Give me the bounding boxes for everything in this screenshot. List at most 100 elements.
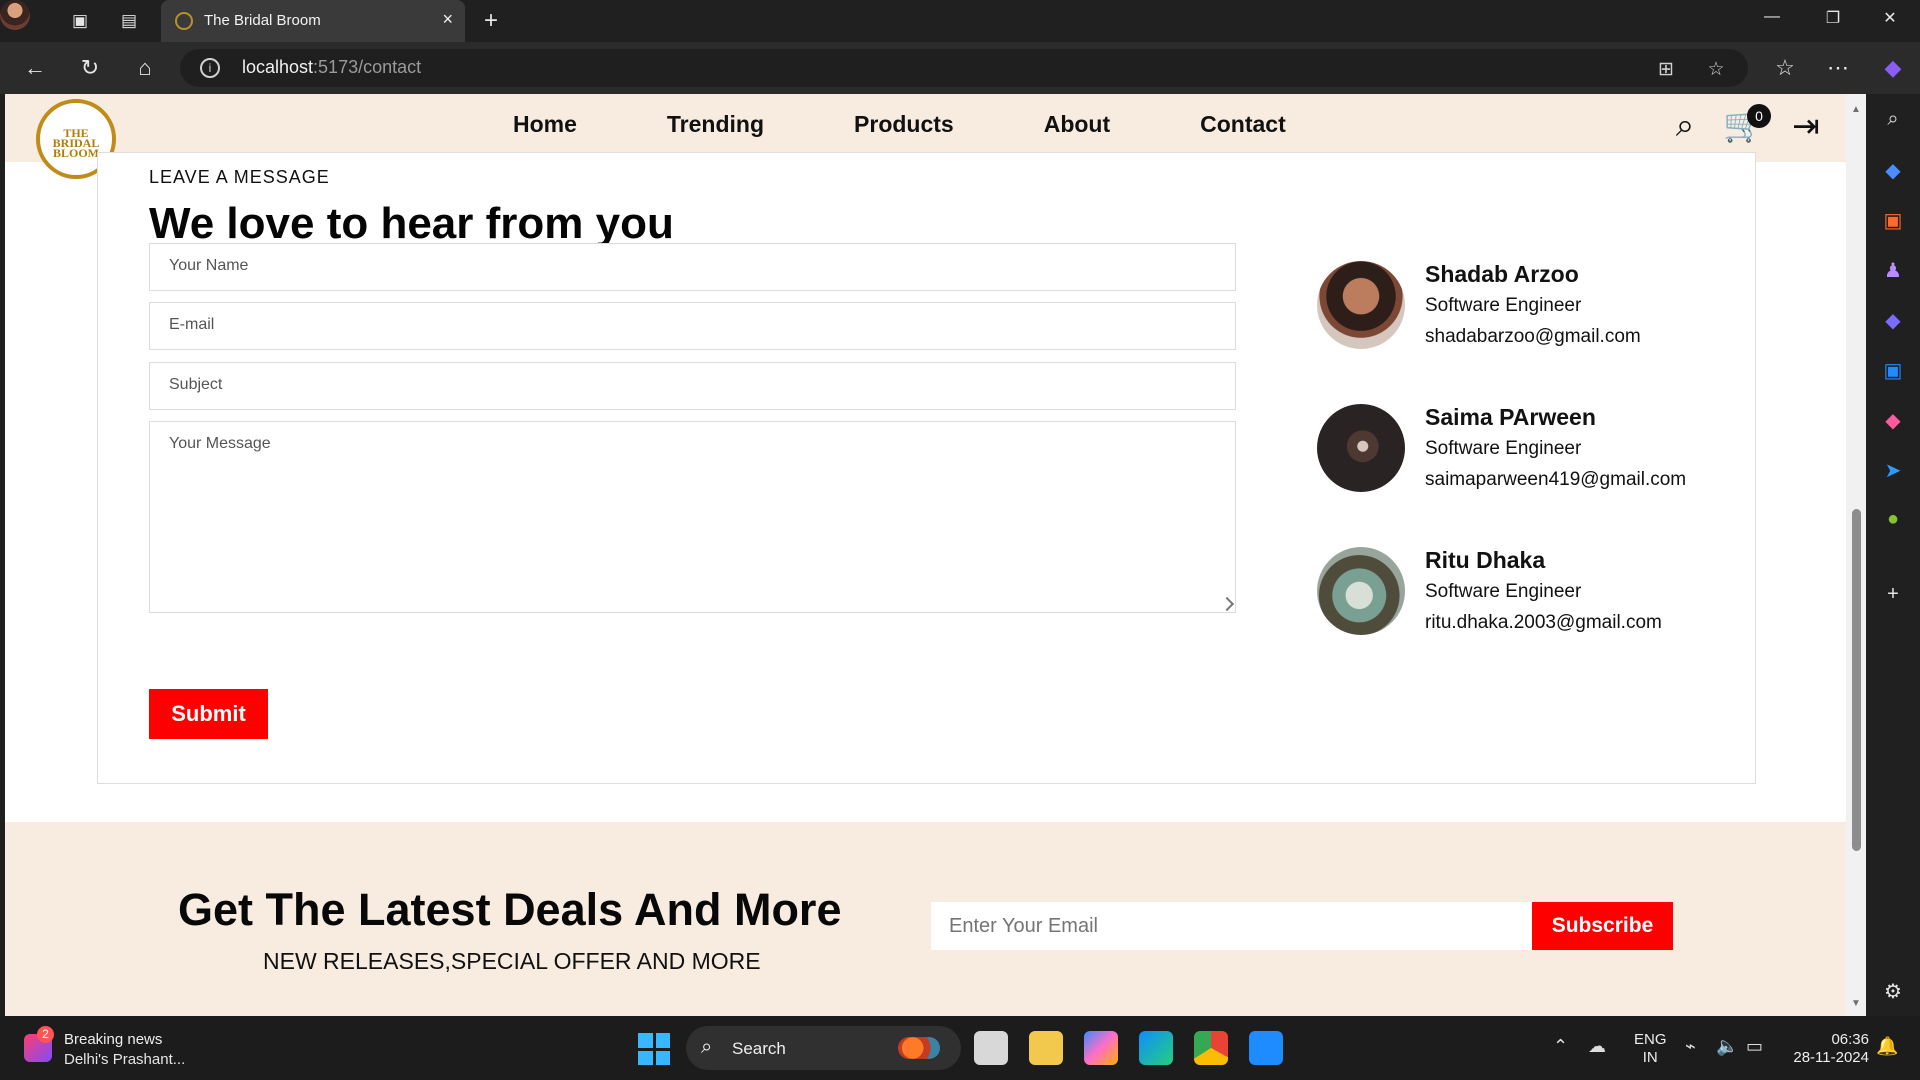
subject-input[interactable]: Subject [149, 362, 1236, 410]
onedrive-icon[interactable]: ☁ [1588, 1036, 1606, 1057]
minimize-icon[interactable]: — [1757, 8, 1787, 34]
nav-home[interactable]: Home [513, 111, 577, 145]
close-tab-icon[interactable]: × [442, 9, 453, 30]
copilot-icon[interactable]: ◆ [1880, 55, 1906, 81]
windows-taskbar: 2 Breaking news Delhi's Prashant... ⌕ Se… [0, 1016, 1920, 1080]
taskbar-search[interactable]: ⌕ Search [686, 1026, 961, 1070]
copilot-icon[interactable]: ◆ [1880, 308, 1906, 334]
message-placeholder: Your Message [169, 435, 271, 452]
site-favicon-icon [175, 12, 193, 30]
submit-button[interactable]: Submit [149, 689, 268, 739]
avatar [1317, 404, 1405, 492]
copilot-icon[interactable] [1084, 1031, 1118, 1065]
address-bar[interactable]: i localhost:5173/contact ⊞ ☆ [180, 49, 1748, 87]
contact-page: THE BRIDAL BLOOM Home Trending Products Ab… [5, 94, 1846, 1016]
team-member: Shadab Arzoo Software Engineer shadabarz… [1317, 261, 1737, 353]
avatar [1317, 547, 1405, 635]
browser-tab[interactable]: The Bridal Broom × [161, 0, 465, 42]
tab-title: The Bridal Broom [204, 12, 321, 29]
close-window-icon[interactable]: ✕ [1875, 8, 1905, 34]
scroll-down-icon[interactable]: ▼ [1851, 998, 1861, 1009]
volume-icon[interactable]: 🔈 [1716, 1036, 1738, 1057]
home-icon[interactable]: ⌂ [132, 55, 158, 81]
page-scrollbar[interactable]: ▲ ▼ [1846, 94, 1866, 1016]
cart-count-badge: 0 [1747, 104, 1771, 128]
vscode-icon[interactable] [1249, 1031, 1283, 1065]
browser-title-bar: ▣ ▤ The Bridal Broom × + — ❐ ✕ [0, 0, 1920, 42]
search-icon[interactable]: ⌕ [1880, 108, 1906, 134]
email-field[interactable]: E-mail [149, 302, 1236, 350]
profile-icon[interactable] [0, 0, 30, 30]
more-icon[interactable]: ⋯ [1825, 55, 1851, 81]
file-explorer-icon[interactable] [1029, 1031, 1063, 1065]
edge-sidebar: ⌕ ◆ ▣ ♟ ◆ ▣ ◆ ➤ ● + ⚙ [1866, 94, 1920, 1016]
restore-icon[interactable]: ❐ [1818, 8, 1848, 34]
site-info-icon[interactable]: i [200, 58, 220, 78]
notifications-icon[interactable]: 🔔 [1876, 1036, 1898, 1057]
taskbar-clock[interactable]: 06:36 28-11-2024 [1785, 1031, 1869, 1067]
refresh-icon[interactable]: ↻ [77, 55, 103, 81]
login-icon[interactable]: ⇥ [1786, 106, 1826, 146]
member-role: Software Engineer [1425, 295, 1582, 316]
contact-section: LEAVE A MESSAGE We love to hear from you… [97, 152, 1756, 784]
member-role: Software Engineer [1425, 438, 1582, 459]
newsletter-email-input[interactable] [931, 902, 1534, 950]
contact-heading: We love to hear from you [149, 199, 674, 248]
nav-about[interactable]: About [1044, 111, 1110, 145]
back-icon[interactable]: ← [22, 55, 48, 81]
member-name: Saima PArween [1425, 404, 1596, 430]
search-icon[interactable]: ⌕ [1665, 106, 1705, 146]
newsletter-title: Get The Latest Deals And More [178, 884, 842, 935]
games-icon[interactable]: ♟ [1880, 258, 1906, 284]
url-text[interactable]: localhost:5173/contact [242, 57, 421, 78]
news-count-badge: 2 [37, 1026, 54, 1043]
search-highlight-image [898, 1037, 940, 1059]
tab-actions-icon[interactable]: ▤ [116, 8, 142, 34]
main-navigation: Home Trending Products About Contact [513, 111, 1286, 145]
team-member: Ritu Dhaka Software Engineer ritu.dhaka.… [1317, 547, 1737, 639]
settings-icon[interactable]: ⚙ [1880, 979, 1906, 1005]
toolbox-icon[interactable]: ▣ [1880, 208, 1906, 234]
nav-contact[interactable]: Contact [1200, 111, 1286, 145]
show-hidden-icons-icon[interactable]: ⌃ [1553, 1036, 1568, 1057]
member-email: ritu.dhaka.2003@gmail.com [1425, 612, 1662, 633]
member-email: shadabarzoo@gmail.com [1425, 326, 1641, 347]
news-subtitle[interactable]: Delhi's Prashant... [64, 1051, 185, 1068]
nav-trending[interactable]: Trending [667, 111, 764, 145]
tree-icon[interactable]: ● [1880, 508, 1906, 534]
start-icon[interactable] [638, 1033, 670, 1065]
resize-handle-icon[interactable] [1219, 596, 1235, 612]
edge-icon[interactable] [1139, 1031, 1173, 1065]
battery-icon[interactable]: ▭ [1746, 1036, 1763, 1057]
newsletter-section: Get The Latest Deals And More NEW RELEAS… [5, 822, 1846, 1016]
member-name: Shadab Arzoo [1425, 261, 1579, 287]
scroll-thumb[interactable] [1852, 509, 1861, 851]
outlook-icon[interactable]: ▣ [1880, 358, 1906, 384]
message-textarea[interactable]: Your Message [149, 421, 1236, 613]
name-input[interactable]: Your Name [149, 243, 1236, 291]
language-indicator[interactable]: ENG IN [1634, 1031, 1667, 1067]
member-email: saimaparween419@gmail.com [1425, 469, 1687, 490]
designer-icon[interactable]: ◆ [1880, 408, 1906, 434]
favorite-icon[interactable]: ☆ [1704, 58, 1728, 82]
apps-icon[interactable]: ⊞ [1654, 58, 1678, 82]
news-title[interactable]: Breaking news [64, 1031, 162, 1048]
chrome-icon[interactable] [1194, 1031, 1228, 1065]
section-eyebrow: LEAVE A MESSAGE [149, 167, 330, 187]
wifi-icon[interactable]: ⌁ [1685, 1036, 1696, 1057]
collections-icon[interactable]: ▣ [67, 8, 93, 34]
send-icon[interactable]: ➤ [1880, 458, 1906, 484]
avatar [1317, 261, 1405, 349]
task-view-icon[interactable] [974, 1031, 1008, 1065]
add-icon[interactable]: + [1880, 583, 1906, 609]
tag-icon[interactable]: ◆ [1880, 158, 1906, 184]
member-name: Ritu Dhaka [1425, 547, 1546, 573]
new-tab-icon[interactable]: + [478, 7, 504, 34]
browser-address-toolbar: ← ↻ ⌂ i localhost:5173/contact ⊞ ☆ ☆ ⋯ ◆ [0, 42, 1920, 94]
favorites-icon[interactable]: ☆ [1772, 55, 1798, 81]
search-label: Search [732, 1039, 786, 1058]
team-member: Saima PArween Software Engineer saimapar… [1317, 404, 1737, 496]
nav-products[interactable]: Products [854, 111, 954, 145]
subscribe-button[interactable]: Subscribe [1532, 902, 1673, 950]
scroll-up-icon[interactable]: ▲ [1851, 104, 1861, 115]
